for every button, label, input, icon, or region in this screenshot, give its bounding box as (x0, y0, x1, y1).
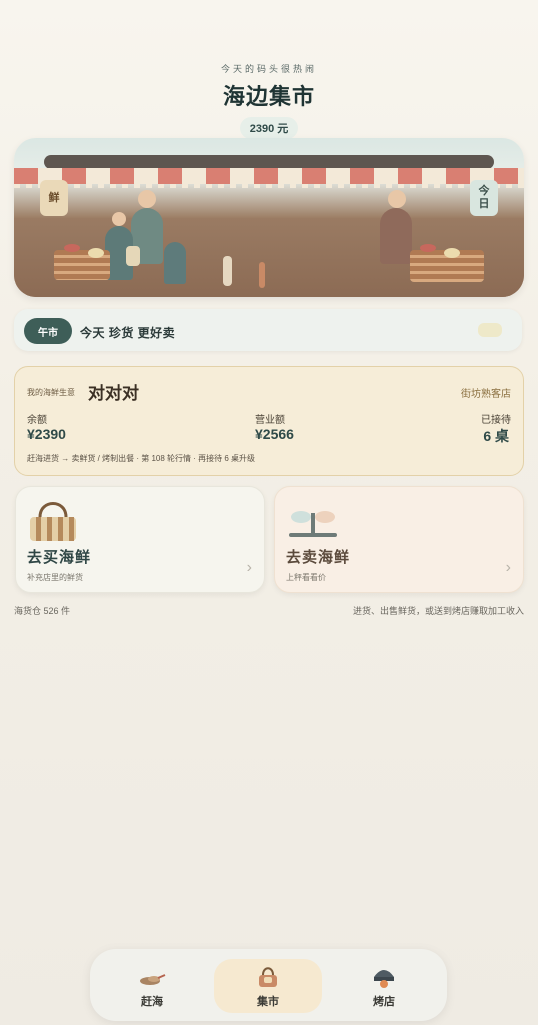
vendor-head (138, 190, 156, 208)
shell-icon (140, 974, 166, 985)
awning-pole (44, 155, 494, 169)
stat-served-label: 已接待 (481, 415, 511, 426)
customer-child (164, 242, 186, 284)
stat-revenue-label: 营业额 (255, 415, 285, 426)
market-scene: 鲜 今 日 (14, 138, 524, 297)
right-dish (420, 244, 436, 252)
business-footer: 赶海进货 → 卖鲜货 / 烤制出餐 · 第 108 轮行情 · 再接待 6 桌升… (27, 454, 256, 463)
nav-label: 烤店 (373, 996, 395, 1008)
inventory-hint: 进货、出售鲜货，或送到烤店赚取加工收入 (352, 606, 524, 616)
nav-label: 集市 (257, 996, 279, 1008)
chevron-right-icon: › (505, 559, 511, 576)
nav-item-market[interactable]: 集市 (214, 959, 322, 1013)
stat-served-value: 6 桌 (483, 428, 509, 444)
sell-title: 去卖海鲜 (286, 549, 351, 566)
today-sign: 今 日 (470, 180, 498, 216)
stat-revenue-value: ¥2566 (255, 426, 294, 442)
scale-icon (289, 511, 337, 537)
time-badge: 午市 (24, 318, 72, 344)
nav-label: 赶海 (141, 996, 163, 1008)
basket-icon (30, 502, 76, 541)
buy-title: 去买海鲜 (27, 549, 92, 566)
ticker-text: 今天 珍货 更好卖 (80, 326, 176, 340)
cup-icon (126, 246, 140, 266)
stat-balance-value: ¥2390 (27, 426, 66, 442)
inventory-count: 海货仓 526 件 (14, 606, 71, 616)
nav-item-beachcombing[interactable]: 赶海 (98, 959, 206, 1013)
bottle-icon (259, 262, 265, 288)
right-bun (444, 248, 460, 258)
page-title: 海边集市 (222, 84, 315, 109)
sell-seafood-button[interactable]: 去卖海鲜 上秤看看价 › (274, 486, 524, 593)
bottom-nav: 赶海 集市 烤店 (90, 949, 447, 1021)
basket-icon (259, 967, 277, 987)
grill-icon (374, 970, 394, 988)
stat-balance-label: 余额 (27, 415, 47, 426)
customer-head (112, 212, 126, 226)
buy-subtitle: 补充店里的鲜货 (27, 573, 83, 582)
market-ticker: 午市 今天 珍货 更好卖 (14, 309, 522, 351)
vendor-head (388, 190, 406, 208)
bottle-icon (223, 256, 232, 286)
nav-item-grill[interactable]: 烤店 (330, 959, 438, 1013)
business-card: 我的海鲜生意 对对对 街坊熟客店 余额 ¥2390 营业额 ¥2566 已接待 … (14, 366, 524, 476)
fresh-sign: 鲜 (40, 180, 68, 216)
business-name: 对对对 (88, 384, 139, 403)
page-header: 今天的码头很热闹 海边集市 2390 元 (0, 62, 538, 139)
sell-subtitle: 上秤看看价 (286, 573, 326, 582)
business-label: 我的海鲜生意 (27, 388, 75, 397)
business-tag: 街坊熟客店 (461, 389, 511, 400)
left-bun (88, 248, 104, 258)
left-dish (64, 244, 80, 252)
sun-icon (478, 323, 502, 337)
chevron-right-icon: › (246, 559, 252, 576)
page-subtitle: 今天的码头很热闹 (220, 64, 317, 74)
buy-seafood-button[interactable]: 去买海鲜 补充店里的鲜货 › (15, 486, 265, 593)
balance-badge: 2390 元 (239, 117, 299, 139)
striped-awning (14, 168, 524, 188)
vendor-body (380, 208, 412, 264)
